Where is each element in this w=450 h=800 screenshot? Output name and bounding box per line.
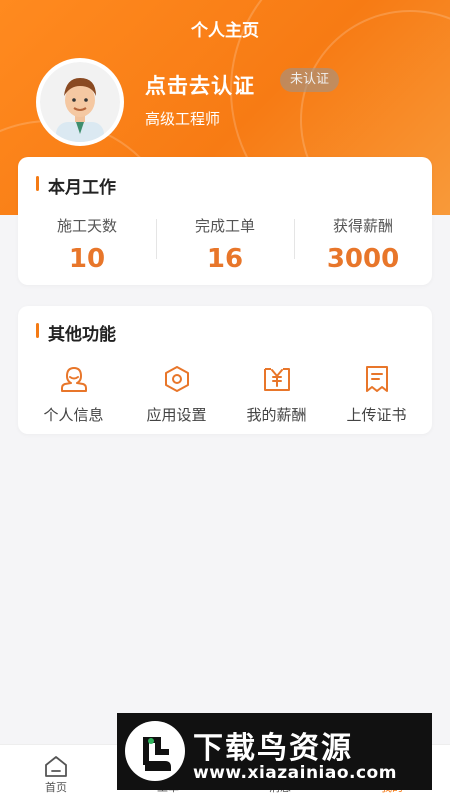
stat-value: 16 — [206, 244, 244, 274]
user-role: 高级工程师 — [145, 110, 221, 128]
watermark-url: www.xiazainiao.com — [193, 763, 397, 783]
function-personal-info[interactable]: 个人信息 — [22, 364, 125, 425]
stat-construction-days[interactable]: 施工天数 10 — [18, 215, 156, 274]
page-title: 个人主页 — [191, 21, 259, 41]
function-label: 我的薪酬 — [246, 406, 307, 424]
function-upload-certificate[interactable]: 上传证书 — [325, 364, 428, 425]
user-icon — [59, 364, 89, 394]
other-functions-title: 其他功能 — [36, 320, 116, 345]
other-functions-card: 其他功能 个人信息 应用设置 我的薪酬 上传证书 — [18, 306, 432, 434]
avatar-illustration — [40, 62, 120, 142]
function-label: 上传证书 — [346, 406, 407, 424]
tab-label: 首页 — [45, 781, 67, 794]
function-my-salary[interactable]: 我的薪酬 — [225, 364, 328, 425]
monthly-work-title: 本月工作 — [36, 173, 116, 198]
verification-status-badge: 未认证 — [280, 68, 340, 92]
tab-home[interactable]: 首页 — [0, 753, 112, 795]
avatar[interactable] — [36, 58, 124, 146]
stat-value: 3000 — [326, 244, 400, 274]
stat-completed-orders[interactable]: 完成工单 16 — [156, 215, 294, 274]
settings-icon — [162, 364, 192, 394]
function-app-settings[interactable]: 应用设置 — [125, 364, 228, 425]
stat-label: 获得薪酬 — [332, 217, 393, 235]
function-label: 个人信息 — [43, 406, 104, 424]
watermark-title: 下载鸟资源 — [193, 731, 353, 766]
stat-earned-salary[interactable]: 获得薪酬 3000 — [294, 215, 432, 274]
stat-label: 完成工单 — [194, 217, 255, 235]
watermark: 下载鸟资源 www.xiazainiao.com — [117, 713, 432, 790]
watermark-logo — [125, 721, 185, 781]
monthly-work-card: 本月工作 施工天数 10 完成工单 16 获得薪酬 3000 — [18, 157, 432, 285]
home-icon — [43, 753, 69, 779]
user-name[interactable]: 点击去认证 — [145, 70, 255, 100]
salary-icon — [262, 364, 292, 394]
function-label: 应用设置 — [146, 406, 207, 424]
certificate-icon — [362, 364, 392, 394]
stat-label: 施工天数 — [56, 217, 117, 235]
stat-value: 10 — [68, 244, 106, 274]
